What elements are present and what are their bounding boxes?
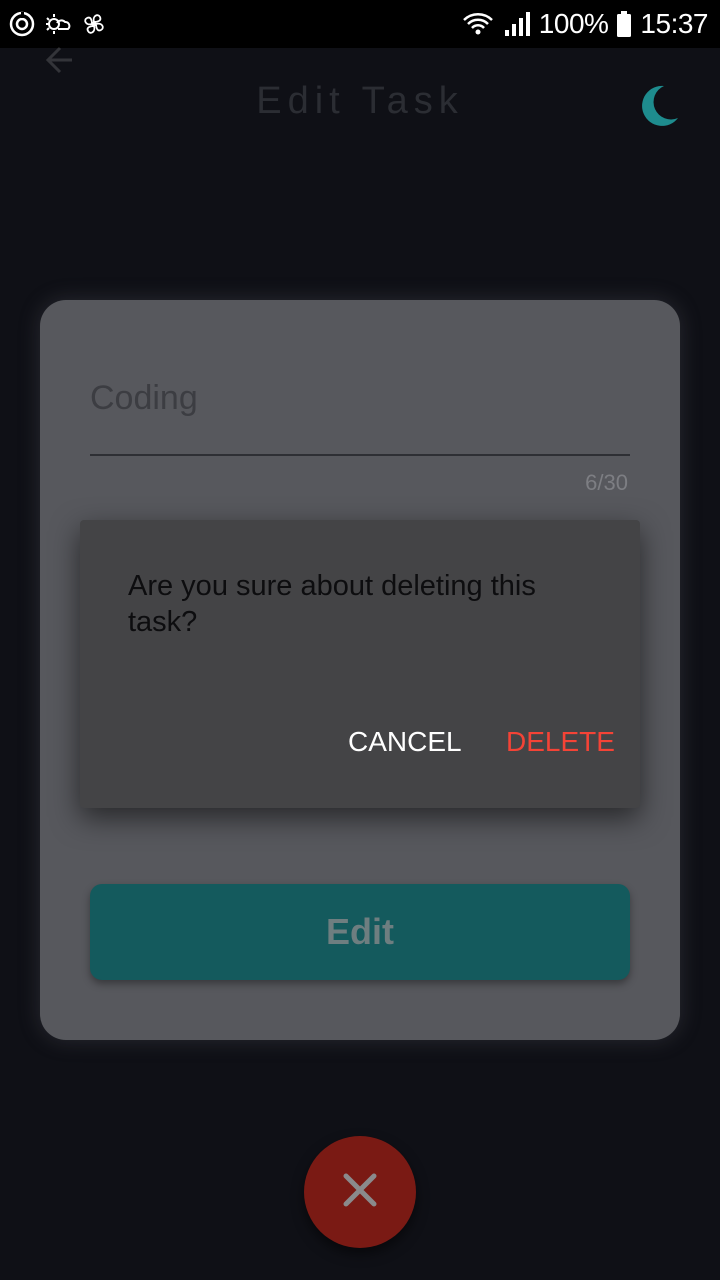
sync-icon [8,10,36,43]
signal-icon [503,10,531,38]
page-title: Edit Task [256,80,464,122]
status-bar: 100% 15:37 [0,0,720,48]
battery-percent: 100% [538,8,609,39]
close-button[interactable] [304,1136,416,1248]
battery-icon [616,10,632,38]
system-status: 100% 15:37 [461,8,708,40]
notification-icons [8,10,108,43]
close-icon [340,1170,380,1215]
wifi-icon [461,10,495,38]
delete-confirm-dialog: Are you sure about deleting this task? C… [80,520,640,808]
task-name-input[interactable]: Coding [90,372,630,456]
fan-icon [80,10,108,43]
edit-button[interactable]: Edit [90,884,630,980]
moon-icon[interactable] [634,80,684,130]
clock: 15:37 [640,8,708,39]
char-counter: 6/30 [585,470,628,495]
cancel-button[interactable]: CANCEL [348,726,462,758]
dialog-message: Are you sure about deleting this task? [128,570,536,638]
weather-icon [44,10,72,43]
back-arrow-icon[interactable] [38,40,78,80]
delete-button[interactable]: DELETE [506,726,615,758]
